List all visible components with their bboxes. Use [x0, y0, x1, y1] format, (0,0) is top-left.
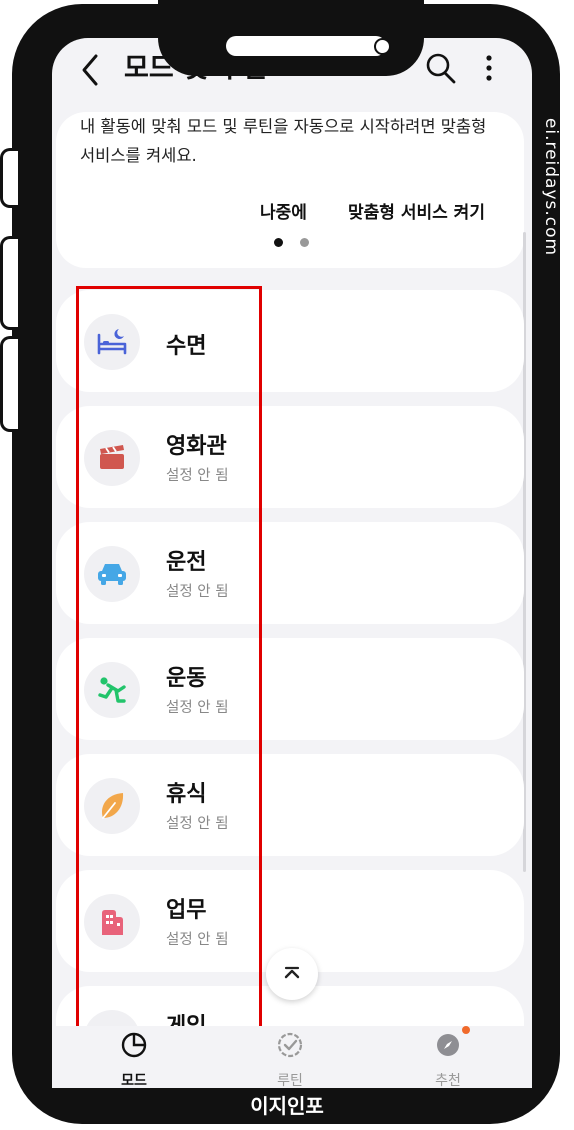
nav-label: 모드: [121, 1073, 147, 1089]
nav-item-routines[interactable]: 루틴: [240, 1026, 340, 1089]
nav-item-recommend[interactable]: 추천: [398, 1026, 498, 1089]
side-button: [0, 336, 18, 432]
highlight-box: [76, 286, 262, 1036]
nav-label: 루틴: [277, 1073, 303, 1089]
page-dot-inactive: [300, 238, 309, 247]
suggestion-card: 내 활동에 맞춰 모드 및 루틴을 자동으로 시작하려면 맞춤형 서비스를 켜세…: [56, 112, 524, 268]
suggestion-description: 내 활동에 맞춰 모드 및 루틴을 자동으로 시작하려면 맞춤형 서비스를 켜세…: [80, 117, 487, 165]
chevron-up-icon: [284, 966, 300, 979]
notification-badge: [462, 1026, 470, 1034]
page-dot-active: [274, 238, 283, 247]
back-arrow-icon[interactable]: [76, 50, 106, 90]
scroll-to-top-button[interactable]: [266, 948, 318, 1000]
enable-custom-service-button[interactable]: 맞춤형 서비스 켜기: [348, 198, 485, 223]
caption-text: 이지인포: [250, 1094, 324, 1118]
watermark-text: ei.reidays.com: [541, 117, 561, 257]
front-camera: [374, 38, 391, 55]
search-icon[interactable]: [424, 50, 458, 86]
nav-label: 추천: [435, 1073, 461, 1089]
more-vert-icon[interactable]: [474, 50, 504, 86]
watermark: ei.reidays.com: [538, 112, 564, 262]
nav-item-modes[interactable]: 모드: [84, 1026, 184, 1089]
bottom-navigation: 모드 루틴 추천: [52, 1026, 532, 1089]
later-button[interactable]: 나중에: [260, 198, 307, 223]
speaker-grille: [226, 36, 386, 56]
routine-check-icon: [277, 1032, 303, 1058]
compass-icon: [437, 1034, 459, 1056]
mode-pie-icon: [121, 1032, 147, 1058]
side-button: [0, 148, 18, 208]
side-button: [0, 236, 18, 330]
